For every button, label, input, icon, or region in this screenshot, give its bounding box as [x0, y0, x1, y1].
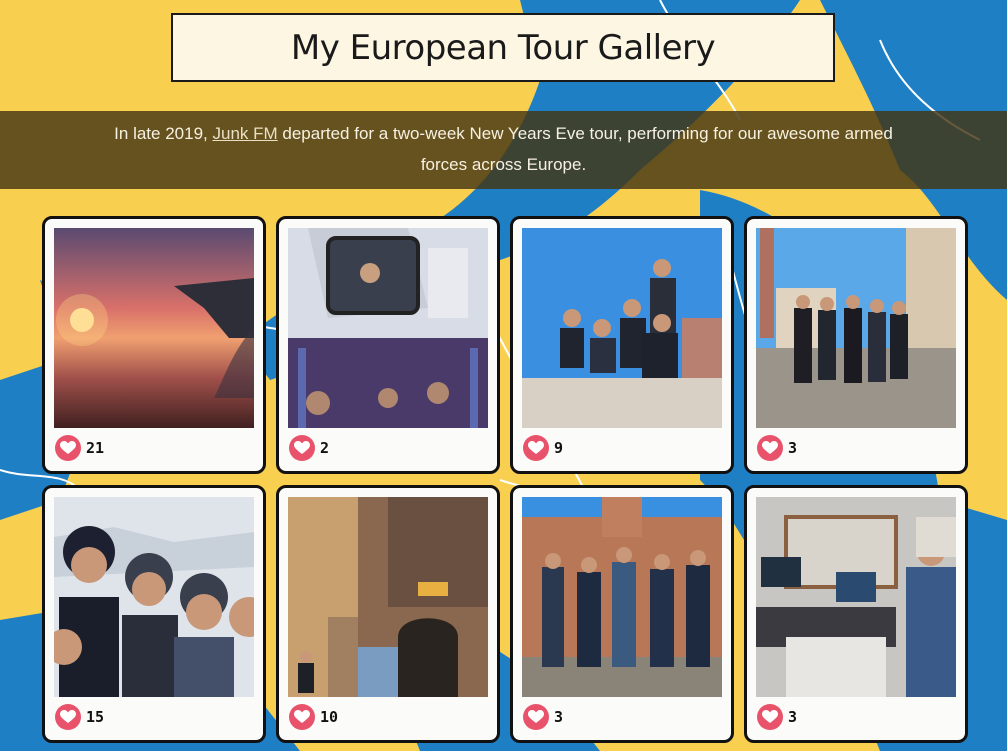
heart-icon	[528, 441, 544, 454]
photo-spanish-palace	[522, 497, 722, 697]
photo-radio-studio	[756, 497, 956, 697]
like-button[interactable]	[289, 704, 315, 730]
like-count: 3	[788, 439, 798, 457]
heart-icon	[294, 441, 310, 454]
like-count: 10	[320, 708, 339, 726]
like-button[interactable]	[55, 704, 81, 730]
heart-icon	[762, 441, 778, 454]
photo-card[interactable]: 21	[42, 216, 266, 474]
heart-icon	[294, 710, 310, 723]
junk-fm-link[interactable]: Junk FM	[212, 124, 277, 143]
likes-row: 9	[523, 435, 563, 461]
heart-icon	[528, 710, 544, 723]
photo-card[interactable]: 2	[276, 216, 500, 474]
photo-card[interactable]: 3	[744, 216, 968, 474]
likes-row: 2	[289, 435, 329, 461]
likes-row: 10	[289, 704, 338, 730]
intro-text-after: departed for a two-week New Years Eve to…	[277, 124, 893, 174]
photo-card[interactable]: 15	[42, 485, 266, 743]
like-count: 21	[86, 439, 105, 457]
like-count: 15	[86, 708, 105, 726]
photo-old-town-street	[288, 497, 488, 697]
like-button[interactable]	[523, 704, 549, 730]
intro-text-before: In late 2019,	[114, 124, 213, 143]
like-button[interactable]	[55, 435, 81, 461]
photo-bus-selfie	[288, 228, 488, 428]
like-count: 2	[320, 439, 330, 457]
photo-card[interactable]: 3	[510, 485, 734, 743]
page-title: My European Tour Gallery	[290, 27, 716, 68]
like-button[interactable]	[757, 704, 783, 730]
like-count: 9	[554, 439, 564, 457]
likes-row: 3	[757, 704, 797, 730]
photo-card[interactable]: 3	[744, 485, 968, 743]
likes-row: 21	[55, 435, 104, 461]
like-button[interactable]	[523, 435, 549, 461]
heart-icon	[60, 441, 76, 454]
like-count: 3	[554, 708, 564, 726]
gallery-title-box: My European Tour Gallery	[171, 13, 835, 82]
like-button[interactable]	[289, 435, 315, 461]
heart-icon	[60, 710, 76, 723]
photo-card[interactable]: 10	[276, 485, 500, 743]
photo-sunset-airplane	[54, 228, 254, 428]
heart-icon	[762, 710, 778, 723]
like-button[interactable]	[757, 435, 783, 461]
photo-snow-selfie	[54, 497, 254, 697]
like-count: 3	[788, 708, 798, 726]
photo-card[interactable]: 9	[510, 216, 734, 474]
photo-plaza-band	[522, 228, 722, 428]
intro-band: In late 2019, Junk FM departed for a two…	[0, 111, 1007, 189]
photo-venice-square	[756, 228, 956, 428]
intro-paragraph: In late 2019, Junk FM departed for a two…	[104, 118, 904, 180]
likes-row: 3	[523, 704, 563, 730]
likes-row: 15	[55, 704, 104, 730]
likes-row: 3	[757, 435, 797, 461]
